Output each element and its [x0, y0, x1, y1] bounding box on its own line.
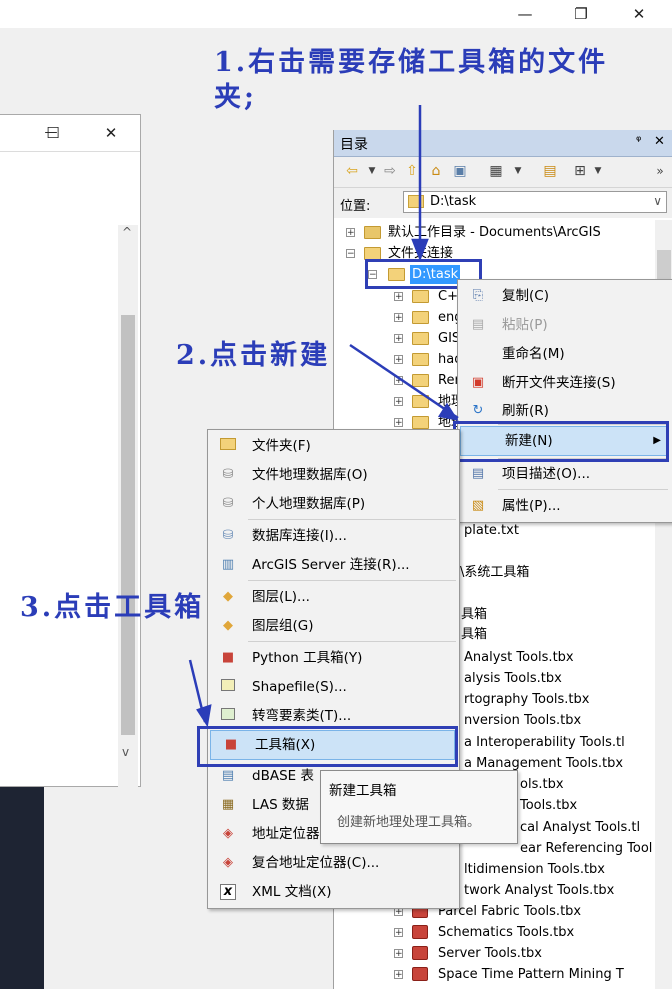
arrow-head-step3 — [196, 704, 212, 728]
arrow-step2 — [349, 343, 459, 420]
arrow-head-step1 — [411, 238, 429, 262]
annotation-arrows — [188, 105, 459, 728]
